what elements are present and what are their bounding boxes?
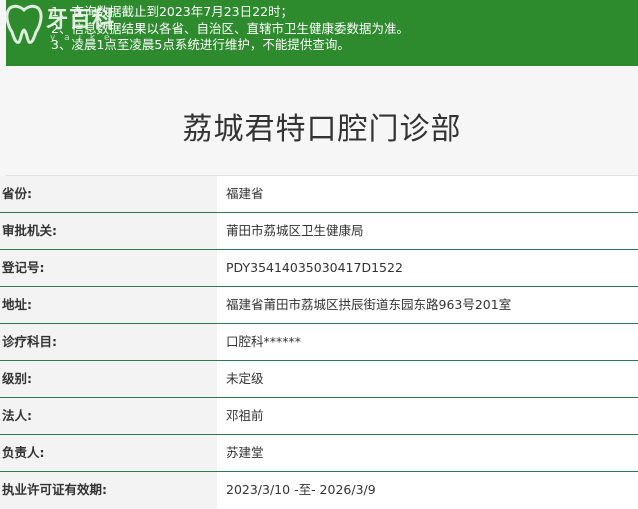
notice-line: 2、信息数据结果以各省、自治区、直辖市卫生健康委数据为准。 (51, 20, 409, 36)
row-value: PDY35414035030417D1522 (217, 250, 638, 286)
row-value: 邓祖前 (217, 398, 638, 434)
row-value: 口腔科****** (217, 324, 638, 360)
row-value: 福建省 (217, 176, 638, 212)
info-table: 省份: 福建省 审批机关: 莆田市荔城区卫生健康局 登记号: PDY354140… (0, 176, 638, 509)
row-value: 福建省莆田市荔城区拱辰街道东园东路963号201室 (217, 287, 638, 323)
page-title: 荔城君特口腔门诊部 (182, 112, 462, 147)
row-label: 级别: (0, 361, 217, 397)
row-label: 执业许可证有效期: (0, 472, 217, 509)
table-row: 审批机关: 莆田市荔城区卫生健康局 (0, 213, 638, 250)
table-row: 法人: 邓祖前 (0, 398, 638, 435)
table-row: 登记号: PDY35414035030417D1522 (0, 250, 638, 287)
table-row: 省份: 福建省 (0, 176, 638, 213)
notice-line: 3、凌晨1点至凌晨5点系统进行维护，不能提供查询。 (51, 37, 350, 52)
row-value: 未定级 (217, 361, 638, 397)
row-label: 负责人: (0, 435, 217, 471)
notice-line: 1、查询数据截止到2023年7月23日22时； (51, 4, 294, 19)
row-value: 苏建堂 (217, 435, 638, 471)
row-value: 2023/3/10 -至- 2026/3/9 (217, 472, 638, 509)
table-row: 负责人: 苏建堂 (0, 435, 638, 472)
row-label: 地址: (0, 287, 217, 323)
title-section: 荔城君特口腔门诊部 (6, 66, 638, 176)
row-label: 登记号: (0, 250, 217, 286)
row-label: 法人: (0, 398, 217, 434)
row-label: 审批机关: (0, 213, 217, 249)
table-row: 执业许可证有效期: 2023/3/10 -至- 2026/3/9 (0, 472, 638, 509)
notice-banner: 1、查询数据截止到2023年7月23日22时； 2、信息数据结果以各省、自治区、… (6, 0, 638, 66)
table-row: 级别: 未定级 (0, 361, 638, 398)
table-row: 诊疗科目: 口腔科****** (0, 324, 638, 361)
table-row: 地址: 福建省莆田市荔城区拱辰街道东园东路963号201室 (0, 287, 638, 324)
row-label: 诊疗科目: (0, 324, 217, 360)
row-value: 莆田市荔城区卫生健康局 (217, 213, 638, 249)
row-label: 省份: (0, 176, 217, 212)
